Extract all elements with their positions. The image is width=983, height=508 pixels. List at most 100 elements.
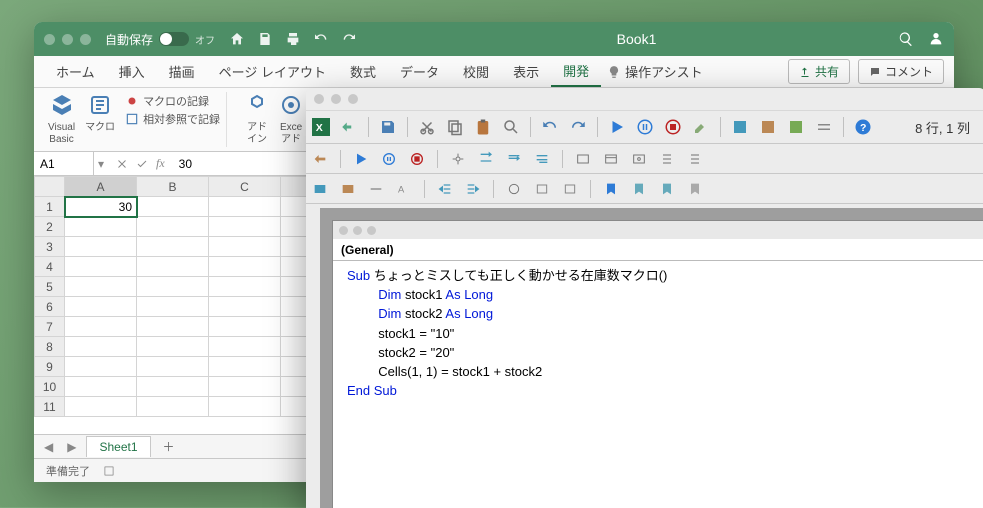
confirm-icon[interactable] bbox=[136, 158, 148, 170]
pause-icon[interactable] bbox=[381, 151, 397, 167]
compile-icon[interactable] bbox=[312, 151, 328, 167]
vbe-window: X ? 8 行, 1 列 bbox=[306, 88, 983, 508]
tab-page-layout[interactable]: ページ レイアウト bbox=[207, 56, 338, 87]
row-header[interactable]: 1 bbox=[35, 197, 65, 217]
properties-icon[interactable] bbox=[759, 118, 777, 136]
fx-label[interactable]: fx bbox=[156, 156, 165, 171]
sheet-nav-prev[interactable]: ◀ bbox=[40, 440, 57, 454]
toggle-switch[interactable] bbox=[159, 32, 189, 46]
tell-me[interactable]: 操作アシスト bbox=[607, 62, 702, 81]
document-title: Book1 bbox=[375, 31, 898, 47]
pause-icon[interactable] bbox=[636, 118, 654, 136]
outdent-icon[interactable] bbox=[437, 181, 453, 197]
breakpoint-icon[interactable] bbox=[450, 151, 466, 167]
accessibility-icon[interactable] bbox=[102, 464, 116, 478]
step-into-icon[interactable] bbox=[478, 151, 494, 167]
watch-icon[interactable] bbox=[631, 151, 647, 167]
list-members-icon[interactable] bbox=[312, 181, 328, 197]
macros-icon[interactable] bbox=[88, 93, 112, 117]
complete-word-icon[interactable] bbox=[368, 181, 384, 197]
step-out-icon[interactable] bbox=[534, 151, 550, 167]
home-icon[interactable] bbox=[229, 31, 245, 47]
stop-icon[interactable] bbox=[409, 151, 425, 167]
cell-a1[interactable]: 30 bbox=[65, 197, 137, 217]
save-icon[interactable] bbox=[257, 31, 273, 47]
vbe-titlebar[interactable] bbox=[306, 88, 983, 110]
comment-block-icon[interactable] bbox=[534, 181, 550, 197]
uncomment-icon[interactable] bbox=[562, 181, 578, 197]
print-icon[interactable] bbox=[285, 31, 301, 47]
redo-icon[interactable] bbox=[341, 31, 357, 47]
search-icon[interactable] bbox=[898, 31, 914, 47]
copy-icon[interactable] bbox=[446, 118, 464, 136]
clear-bookmarks-icon[interactable] bbox=[687, 181, 703, 197]
excel-addin-label: Exce アド bbox=[279, 122, 303, 146]
record-macro-button[interactable]: マクロの記録 bbox=[125, 93, 220, 109]
undo-icon[interactable] bbox=[541, 118, 559, 136]
paste-icon[interactable] bbox=[474, 118, 492, 136]
quick-watch-icon[interactable] bbox=[659, 151, 675, 167]
code-window: (General) Sub ちょっとミスしても正しく動かせる在庫数マクロ() D… bbox=[332, 220, 983, 508]
relative-ref-button[interactable]: 相対参照で記録 bbox=[125, 111, 220, 127]
toggle-breakpoint-icon[interactable] bbox=[506, 181, 522, 197]
sheet-tab[interactable]: Sheet1 bbox=[86, 436, 150, 457]
cut-icon[interactable] bbox=[418, 118, 436, 136]
redo-icon[interactable] bbox=[569, 118, 587, 136]
run-icon[interactable] bbox=[608, 118, 626, 136]
col-header[interactable]: B bbox=[137, 177, 209, 197]
excel-icon[interactable]: X bbox=[312, 118, 330, 136]
bookmark-icon[interactable] bbox=[603, 181, 619, 197]
immediate-icon[interactable] bbox=[603, 151, 619, 167]
visual-basic-icon[interactable] bbox=[50, 93, 74, 117]
vbe-toolbar-2 bbox=[306, 144, 983, 174]
name-box[interactable]: A1 bbox=[34, 152, 94, 175]
excel-addin-icon[interactable] bbox=[279, 93, 303, 117]
add-sheet-button[interactable]: ＋ bbox=[157, 438, 181, 455]
tab-view[interactable]: 表示 bbox=[501, 56, 551, 87]
toolbox-icon[interactable] bbox=[815, 118, 833, 136]
share-button[interactable]: 共有 bbox=[788, 59, 850, 84]
window-controls[interactable] bbox=[44, 34, 91, 45]
object-dropdown[interactable]: (General) bbox=[333, 239, 983, 261]
tab-insert[interactable]: 挿入 bbox=[107, 56, 157, 87]
svg-text:X: X bbox=[316, 122, 323, 134]
project-icon[interactable] bbox=[731, 118, 749, 136]
col-header[interactable]: A bbox=[65, 177, 137, 197]
tab-data[interactable]: データ bbox=[388, 56, 451, 87]
find-icon[interactable] bbox=[502, 118, 520, 136]
cancel-icon[interactable] bbox=[116, 158, 128, 170]
help-icon[interactable]: ? bbox=[854, 118, 872, 136]
sheet-nav-next[interactable]: ▶ bbox=[63, 440, 80, 454]
comment-button[interactable]: コメント bbox=[858, 59, 944, 84]
undo-icon[interactable] bbox=[313, 31, 329, 47]
save-icon[interactable] bbox=[379, 118, 397, 136]
code-editor[interactable]: Sub ちょっとミスしても正しく動かせる在庫数マクロ() Dim stock1 … bbox=[333, 261, 983, 407]
next-bookmark-icon[interactable] bbox=[631, 181, 647, 197]
tools-icon[interactable] bbox=[340, 118, 358, 136]
code-window-titlebar[interactable] bbox=[333, 221, 983, 239]
tab-home[interactable]: ホーム bbox=[44, 56, 107, 87]
account-icon[interactable] bbox=[928, 31, 944, 47]
tab-draw[interactable]: 描画 bbox=[157, 56, 207, 87]
titlebar: 自動保存 オフ Book1 bbox=[34, 22, 954, 56]
tab-review[interactable]: 校閲 bbox=[451, 56, 501, 87]
tab-developer[interactable]: 開発 bbox=[551, 56, 601, 87]
locals-icon[interactable] bbox=[575, 151, 591, 167]
run-icon[interactable] bbox=[353, 151, 369, 167]
autosave-label: 自動保存 bbox=[105, 31, 153, 48]
design-icon[interactable] bbox=[692, 118, 710, 136]
addin-icon[interactable] bbox=[245, 93, 269, 117]
stop-icon[interactable] bbox=[664, 118, 682, 136]
step-over-icon[interactable] bbox=[506, 151, 522, 167]
prev-bookmark-icon[interactable] bbox=[659, 181, 675, 197]
autosave-state: オフ bbox=[195, 32, 215, 47]
autosave-toggle[interactable]: 自動保存 オフ bbox=[105, 31, 215, 48]
parameter-info-icon[interactable] bbox=[340, 181, 356, 197]
tab-formulas[interactable]: 数式 bbox=[338, 56, 388, 87]
indent-icon[interactable] bbox=[465, 181, 481, 197]
indent-icon[interactable]: A bbox=[396, 181, 412, 197]
call-stack-icon[interactable] bbox=[687, 151, 703, 167]
svg-text:A: A bbox=[398, 184, 405, 194]
object-browser-icon[interactable] bbox=[787, 118, 805, 136]
col-header[interactable]: C bbox=[209, 177, 281, 197]
